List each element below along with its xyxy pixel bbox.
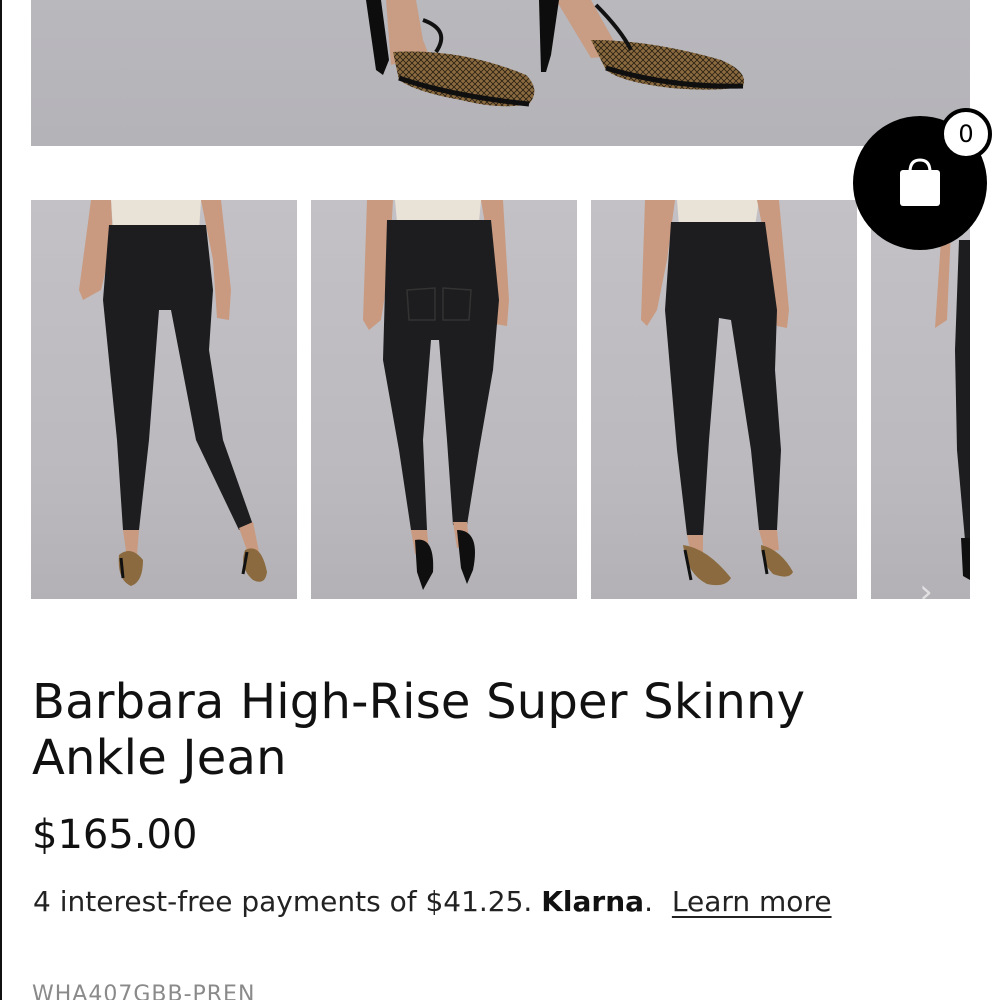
installment-info: 4 interest-free payments of $41.25. Klar… bbox=[33, 880, 832, 924]
thumbnail-partial[interactable] bbox=[871, 200, 970, 599]
window-edge bbox=[0, 0, 2, 1000]
learn-more-link[interactable]: Learn more bbox=[672, 885, 832, 918]
main-product-image[interactable] bbox=[31, 0, 970, 146]
klarna-suffix: . bbox=[644, 885, 653, 918]
installment-text: 4 interest-free payments of $41.25. bbox=[33, 885, 533, 918]
product-price: $165.00 bbox=[32, 812, 198, 858]
product-page: › 0 Barbara High-Rise Super Skinny Ankle… bbox=[0, 0, 1000, 1000]
product-title: Barbara High-Rise Super Skinny Ankle Jea… bbox=[32, 674, 806, 786]
shopping-bag-icon bbox=[900, 158, 940, 206]
klarna-logo: Klarna bbox=[541, 885, 645, 918]
thumbnail-back[interactable] bbox=[311, 200, 577, 599]
thumbnail-gallery: › bbox=[31, 200, 1000, 599]
thumbnail-side[interactable] bbox=[591, 200, 857, 599]
cart-count-badge: 0 bbox=[940, 108, 992, 160]
chevron-right-icon[interactable]: › bbox=[911, 572, 941, 599]
product-sku: WHA407GBB-PREN bbox=[32, 982, 256, 1000]
thumbnail-front[interactable] bbox=[31, 200, 297, 599]
